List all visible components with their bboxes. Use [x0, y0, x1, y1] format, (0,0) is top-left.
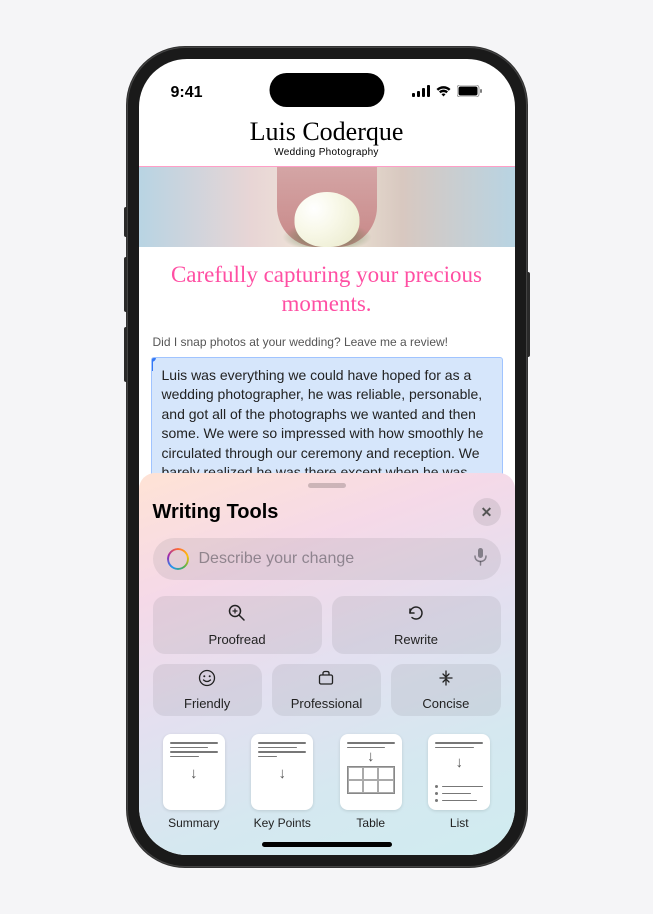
table-button[interactable]: ↓ Table [336, 734, 407, 830]
proofread-button[interactable]: Proofread [153, 596, 322, 654]
hero-image [139, 167, 515, 247]
describe-change-input[interactable]: Describe your change [153, 538, 501, 580]
list-icon: ↓ [428, 734, 490, 810]
professional-label: Professional [291, 696, 363, 711]
rewrite-icon [406, 603, 426, 628]
sheet-grabber[interactable] [308, 483, 346, 488]
dynamic-island [269, 73, 384, 107]
screen: 9:41 Luis Coderque Wedding Photography [139, 59, 515, 855]
volume-up-button [124, 257, 127, 312]
key-points-label: Key Points [254, 816, 311, 830]
concise-label: Concise [422, 696, 469, 711]
rewrite-label: Rewrite [394, 632, 438, 647]
microphone-icon[interactable] [474, 548, 487, 571]
table-label: Table [356, 816, 385, 830]
key-points-button[interactable]: ↓ Key Points [247, 734, 318, 830]
selected-text-content: Luis was everything we could have hoped … [162, 367, 484, 477]
professional-icon [317, 669, 335, 692]
close-button[interactable]: ✕ [473, 498, 501, 526]
status-time: 9:41 [171, 84, 203, 102]
tagline: Carefully capturing your precious moment… [139, 247, 515, 329]
friendly-label: Friendly [184, 696, 230, 711]
wifi-icon [435, 84, 452, 102]
text-selection-field[interactable]: Luis was everything we could have hoped … [151, 357, 503, 477]
volume-down-button [124, 327, 127, 382]
professional-button[interactable]: Professional [272, 664, 381, 716]
list-label: List [450, 816, 469, 830]
concise-icon [437, 669, 455, 692]
sheet-title: Writing Tools [153, 501, 279, 524]
key-points-icon: ↓ [251, 734, 313, 810]
list-button[interactable]: ↓ List [424, 734, 495, 830]
summary-button[interactable]: ↓ Summary [159, 734, 230, 830]
friendly-button[interactable]: Friendly [153, 664, 262, 716]
battery-icon [457, 84, 483, 102]
table-icon: ↓ [340, 734, 402, 810]
page-header: Luis Coderque Wedding Photography [139, 113, 515, 166]
summary-icon: ↓ [163, 734, 225, 810]
page-title: Luis Coderque [139, 117, 515, 147]
writing-tools-sheet: Writing Tools ✕ Describe your change Pro… [139, 473, 515, 855]
summary-label: Summary [168, 816, 219, 830]
rewrite-button[interactable]: Rewrite [332, 596, 501, 654]
proofread-label: Proofread [208, 632, 265, 647]
input-placeholder: Describe your change [199, 550, 464, 568]
apple-intelligence-icon [167, 548, 189, 570]
review-prompt: Did I snap photos at your wedding? Leave… [139, 329, 515, 357]
power-button [527, 272, 530, 357]
home-indicator[interactable] [262, 842, 392, 847]
close-icon: ✕ [481, 504, 493, 521]
friendly-icon [198, 669, 216, 692]
page-subtitle: Wedding Photography [139, 147, 515, 158]
concise-button[interactable]: Concise [391, 664, 500, 716]
silence-switch [124, 207, 127, 237]
signal-icon [412, 84, 430, 102]
proofread-icon [227, 603, 247, 628]
phone-frame: 9:41 Luis Coderque Wedding Photography [127, 47, 527, 867]
